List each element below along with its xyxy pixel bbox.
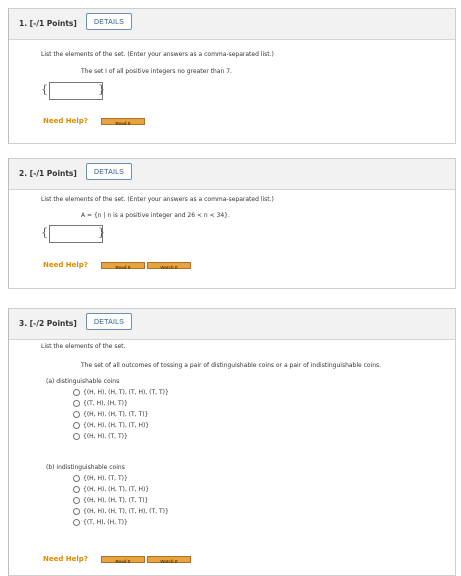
need-help-label: Need Help? [43,261,88,269]
open-brace: { [41,83,48,96]
part-a-option[interactable]: {(H, H), (H, T), (T, T)} [73,410,148,419]
set-answer-input[interactable] [49,225,103,243]
part-a-label: (a) distinguishable coins [46,378,120,385]
question-instruction: List the elements of the set. (Enter you… [41,51,274,58]
question-2-header: 2. [-/1 Points] DETAILS [9,159,455,190]
question-instruction: List the elements of the set. [41,343,126,350]
set-answer-group: { } [41,225,105,243]
question-statement: A = {n | n is a positive integer and 26 … [81,212,230,219]
part-b-option[interactable]: {(H, H), (T, T)} [73,474,128,483]
part-a-option[interactable]: {(H, H), (H, T), (T, H), (T, T)} [73,388,169,397]
watch-it-button[interactable]: Watch It [147,262,191,270]
details-button[interactable]: DETAILS [86,163,133,180]
question-statement: The set of all outcomes of tossing a pai… [81,362,382,369]
radio-icon[interactable] [73,486,80,493]
part-b-option[interactable]: {(T, H), (H, T)} [73,518,128,527]
part-b-option[interactable]: {(H, H), (H, T), (T, H), (T, T)} [73,507,169,516]
question-number: 3. [-/2 Points] [19,319,77,328]
set-answer-input[interactable] [49,82,103,100]
question-3-header: 3. [-/2 Points] DETAILS [9,309,455,340]
read-it-button[interactable]: Read It [101,262,145,270]
part-b-label: (b) indistinguishable coins [46,464,125,471]
close-brace: } [98,83,105,96]
need-help-label: Need Help? [43,555,88,563]
radio-icon[interactable] [73,389,80,396]
read-it-button[interactable]: Read It [101,556,145,564]
question-number: 1. [-/1 Points] [19,19,77,28]
radio-icon[interactable] [73,475,80,482]
question-instruction: List the elements of the set. (Enter you… [41,196,274,203]
details-button[interactable]: DETAILS [86,13,133,30]
radio-icon[interactable] [73,519,80,526]
part-a-option[interactable]: {(T, H), (H, T)} [73,399,128,408]
radio-icon[interactable] [73,497,80,504]
radio-icon[interactable] [73,422,80,429]
read-it-button[interactable]: Read It [101,118,145,126]
set-answer-group: { } [41,82,105,100]
radio-icon[interactable] [73,433,80,440]
part-a-option[interactable]: {(H, H), (H, T), (T, H)} [73,421,149,430]
part-b-option[interactable]: {(H, H), (H, T), (T, T)} [73,496,148,505]
radio-icon[interactable] [73,508,80,515]
need-help-label: Need Help? [43,117,88,125]
open-brace: { [41,226,48,239]
question-1: 1. [-/1 Points] DETAILS List the element… [8,8,456,144]
radio-icon[interactable] [73,400,80,407]
question-statement: The set I of all positive integers no gr… [81,68,232,75]
part-a-option[interactable]: {(H, H), (T, T)} [73,432,128,441]
question-1-header: 1. [-/1 Points] DETAILS [9,9,455,40]
details-button[interactable]: DETAILS [86,313,133,330]
watch-it-button[interactable]: Watch It [147,556,191,564]
radio-icon[interactable] [73,411,80,418]
question-2: 2. [-/1 Points] DETAILS List the element… [8,158,456,289]
question-3: 3. [-/2 Points] DETAILS List the element… [8,308,456,576]
question-number: 2. [-/1 Points] [19,169,77,178]
close-brace: } [98,226,105,239]
part-b-option[interactable]: {(H, H), (H, T), (T, H)} [73,485,149,494]
